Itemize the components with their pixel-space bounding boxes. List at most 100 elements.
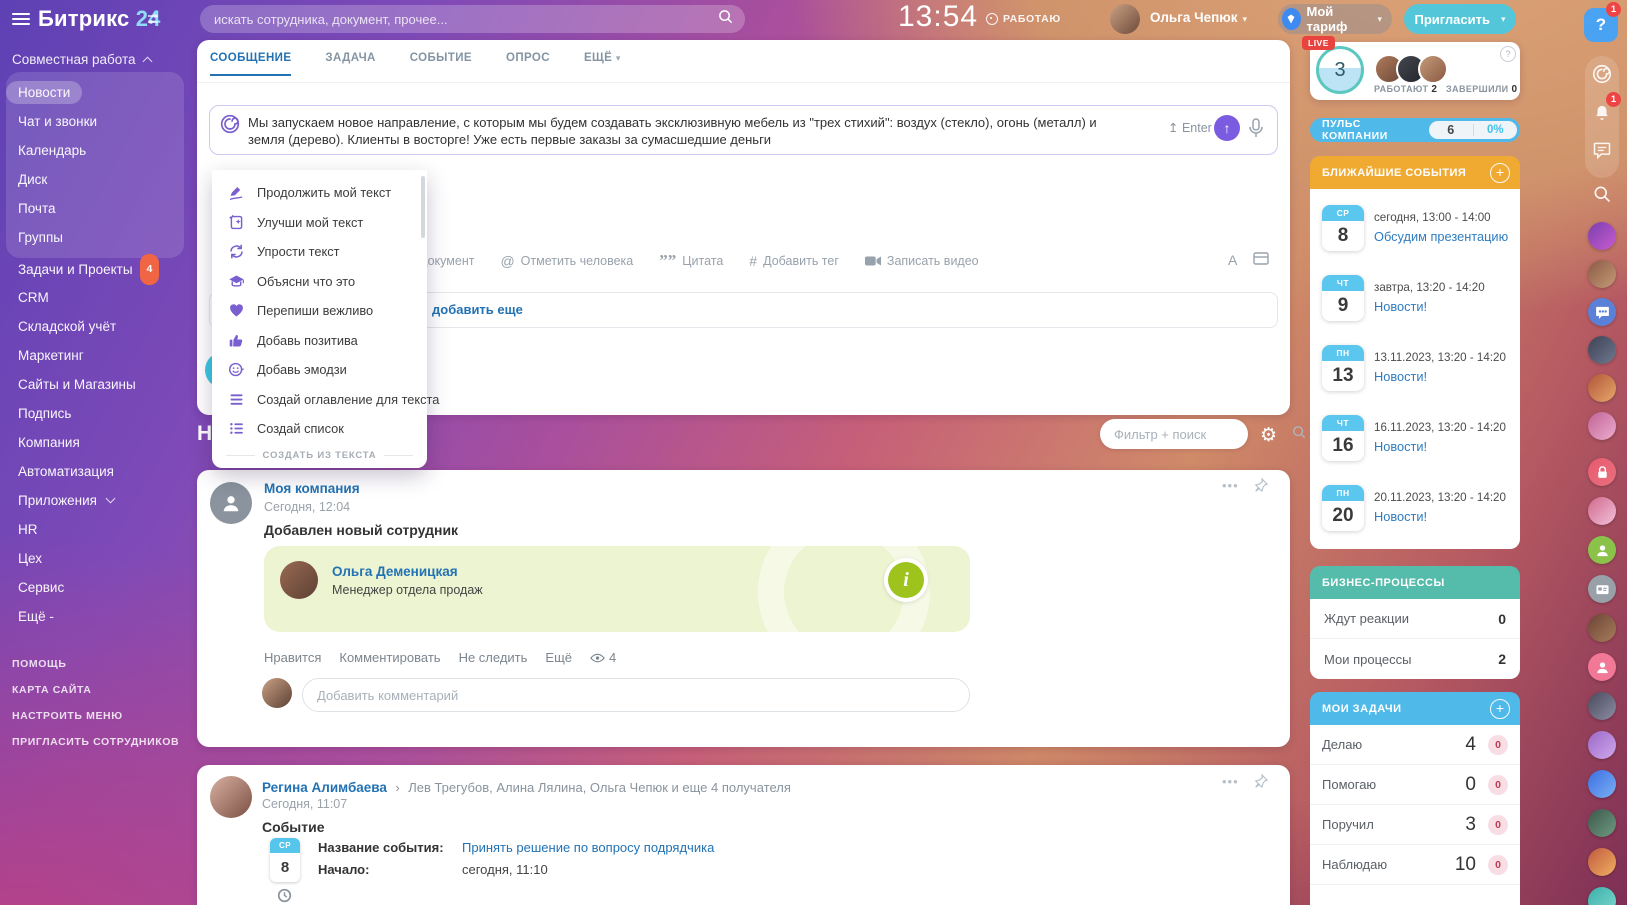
- sidebar-item-service[interactable]: Сервис: [6, 573, 190, 602]
- avatar-photo-5[interactable]: [1588, 614, 1616, 642]
- unfollow-link[interactable]: Не следить: [459, 650, 528, 665]
- text-format-button[interactable]: A: [1228, 252, 1237, 268]
- sidebar-invite-link[interactable]: ПРИГЛАСИТЬ СОТРУДНИКОВ: [12, 736, 192, 748]
- work-status[interactable]: РАБОТАЮ: [986, 13, 1061, 25]
- menu-item-rewrite-politely[interactable]: Перепиши вежливо: [212, 296, 427, 326]
- more-link[interactable]: Ещё: [545, 650, 572, 665]
- tab-poll[interactable]: ОПРОС: [506, 52, 550, 76]
- avatar[interactable]: [210, 482, 252, 524]
- avatar-galaxy[interactable]: [1588, 222, 1616, 250]
- gear-icon[interactable]: ⚙: [1260, 424, 1277, 446]
- sidebar-item-groups[interactable]: Группы: [6, 223, 184, 252]
- person-icon-green[interactable]: [1588, 536, 1616, 564]
- work-clock[interactable]: 13:54: [898, 0, 978, 34]
- employee-name-link[interactable]: Ольга Деменицкая: [332, 564, 458, 579]
- sidebar-item-news[interactable]: Новости: [6, 78, 184, 107]
- global-search-input[interactable]: [212, 11, 718, 28]
- avatar[interactable]: [1418, 54, 1448, 84]
- task-row-helping[interactable]: Помогаю00: [1310, 765, 1520, 805]
- avatar-photo-1[interactable]: [1588, 260, 1616, 288]
- post-author-link[interactable]: Регина Алимбаева: [262, 780, 387, 795]
- comment-link[interactable]: Комментировать: [339, 650, 440, 665]
- avatar-photo-7[interactable]: [1588, 731, 1616, 759]
- avatar-photo-2[interactable]: [1588, 336, 1616, 364]
- event-link[interactable]: Обсудим презентацию: [1374, 229, 1508, 244]
- event-link[interactable]: Новости!: [1374, 369, 1427, 384]
- avatar[interactable]: [280, 561, 318, 599]
- sidebar-sitemap-link[interactable]: КАРТА САЙТА: [12, 684, 192, 696]
- menu-item-simplify-text[interactable]: Упрости текст: [212, 237, 427, 267]
- layout-icon[interactable]: [1253, 252, 1269, 268]
- global-search[interactable]: [200, 5, 745, 33]
- id-card-icon[interactable]: [1588, 575, 1616, 603]
- avatar-teal[interactable]: [1588, 887, 1616, 905]
- sidebar-item-automation[interactable]: Автоматизация: [6, 457, 190, 486]
- pin-icon[interactable]: [1254, 478, 1268, 497]
- post-more-icon[interactable]: •••: [1222, 774, 1239, 789]
- like-link[interactable]: Нравится: [264, 650, 321, 665]
- new-employee-card[interactable]: Ольга Деменицкая Менеджер отдела продаж …: [264, 546, 970, 632]
- avatar-cake[interactable]: [1588, 848, 1616, 876]
- search-icon[interactable]: [1292, 425, 1306, 444]
- event-link[interactable]: Новости!: [1374, 509, 1427, 524]
- copilot-icon[interactable]: [220, 114, 240, 134]
- post-recipients[interactable]: Лев Трегубов, Алина Лялина, Ольга Чепюк …: [408, 780, 791, 795]
- sidebar-item-chat[interactable]: Чат и звонки: [6, 107, 184, 136]
- app-logo[interactable]: Битрикс 24: [38, 6, 161, 32]
- event-item[interactable]: ЧТ16 16.11.2023, 13:20 - 14:20 Новости!: [1310, 405, 1520, 475]
- add-event-button[interactable]: +: [1490, 163, 1510, 183]
- sidebar-item-apps[interactable]: Приложения: [6, 486, 190, 515]
- menu-item-improve-text[interactable]: Улучши мой текст: [212, 208, 427, 238]
- avatar[interactable]: [210, 776, 252, 818]
- user-menu[interactable]: Ольга Чепюк▾: [1150, 10, 1247, 25]
- submit-arrow-button[interactable]: ↑: [1214, 115, 1240, 141]
- feed-filter[interactable]: [1100, 419, 1248, 449]
- menu-item-continue-text[interactable]: Продолжить мой текст: [212, 178, 427, 208]
- sidebar-item-mail[interactable]: Почта: [6, 194, 184, 223]
- copilot-icon[interactable]: [1588, 60, 1616, 88]
- help-icon[interactable]: ?: [1500, 46, 1516, 62]
- avatar[interactable]: [1110, 4, 1140, 34]
- pin-icon[interactable]: [1254, 774, 1268, 793]
- tab-message[interactable]: СООБЩЕНИЕ: [210, 52, 291, 76]
- menu-item-create-list[interactable]: Создай список: [212, 414, 427, 444]
- sidebar-item-calendar[interactable]: Календарь: [6, 136, 184, 165]
- add-recipient-link[interactable]: добавить еще: [432, 302, 523, 317]
- sidebar-item-workshop[interactable]: Цех: [6, 544, 190, 573]
- message-input-area[interactable]: Мы запускаем новое направление, с которы…: [209, 105, 1278, 155]
- sidebar-item-crm[interactable]: CRM: [6, 283, 190, 312]
- microphone-icon[interactable]: [1248, 118, 1264, 143]
- company-pulse-widget[interactable]: ПУЛЬС КОМПАНИИ 6 0%: [1310, 118, 1520, 142]
- quote-button[interactable]: ””Цитата: [659, 254, 723, 268]
- live-avatars[interactable]: [1374, 54, 1448, 84]
- event-item[interactable]: ЧТ9 завтра, 13:20 - 14:20 Новости!: [1310, 265, 1520, 335]
- sidebar-item-disk[interactable]: Диск: [6, 165, 184, 194]
- sidebar-section-collab[interactable]: Совместная работа: [12, 52, 151, 67]
- group-chat-icon[interactable]: [1588, 298, 1616, 326]
- process-row-awaiting[interactable]: Ждут реакции0: [1310, 599, 1520, 639]
- live-online-count[interactable]: 3: [1316, 46, 1364, 94]
- menu-item-create-toc[interactable]: Создай оглавление для текста: [212, 385, 427, 415]
- add-task-button[interactable]: +: [1490, 699, 1510, 719]
- sidebar-help-link[interactable]: ПОМОЩЬ: [12, 658, 192, 670]
- event-item[interactable]: ПН13 13.11.2023, 13:20 - 14:20 Новости!: [1310, 335, 1520, 405]
- event-item[interactable]: ПН20 20.11.2023, 13:20 - 14:20 Новости!: [1310, 475, 1520, 545]
- sidebar-item-hr[interactable]: HR: [6, 515, 190, 544]
- process-row-my[interactable]: Мои процессы2: [1310, 639, 1520, 679]
- tab-task[interactable]: ЗАДАЧА: [325, 52, 375, 76]
- person-icon-pink[interactable]: [1588, 653, 1616, 681]
- invite-button[interactable]: Пригласить▾: [1404, 4, 1516, 34]
- post-more-icon[interactable]: •••: [1222, 478, 1239, 493]
- menu-settings-icon[interactable]: [146, 12, 160, 31]
- avatar[interactable]: [262, 678, 292, 708]
- record-video-button[interactable]: Записать видео: [865, 254, 979, 268]
- sidebar-configure-menu-link[interactable]: НАСТРОИТЬ МЕНЮ: [12, 710, 192, 722]
- menu-burger-icon[interactable]: [12, 13, 30, 25]
- add-tag-button[interactable]: #Добавить тег: [749, 253, 839, 269]
- task-row-doing[interactable]: Делаю40: [1310, 725, 1520, 765]
- sidebar-item-sign[interactable]: Подпись: [6, 399, 190, 428]
- tariff-button[interactable]: Мой тариф▾: [1278, 4, 1392, 34]
- event-link[interactable]: Новости!: [1374, 299, 1427, 314]
- sidebar-item-sites[interactable]: Сайты и Магазины: [6, 370, 190, 399]
- menu-scrollbar[interactable]: [421, 176, 425, 238]
